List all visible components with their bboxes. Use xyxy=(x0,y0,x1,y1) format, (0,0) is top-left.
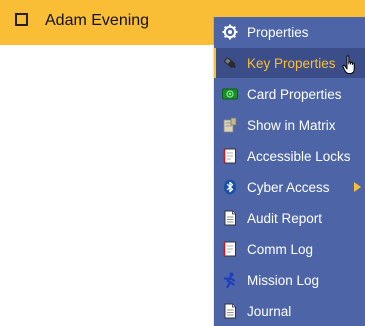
lock-doc-icon xyxy=(223,148,236,164)
menu-item-audit-report[interactable]: Audit Report xyxy=(214,203,365,233)
menu-item-label: Mission Log xyxy=(247,273,320,288)
menu-item-label: Card Properties xyxy=(247,87,342,102)
menu-item-accessible-locks[interactable]: Accessible Locks xyxy=(214,141,365,171)
menu-item-label: Comm Log xyxy=(247,242,314,257)
menu-item-comm-log[interactable]: Comm Log xyxy=(214,234,365,264)
menu-item-label: Key Properties xyxy=(247,56,336,71)
menu-item-cyber-access[interactable]: Cyber Access xyxy=(214,172,365,202)
menu-item-label: Properties xyxy=(247,25,309,40)
menu-item-mission-log[interactable]: Mission Log xyxy=(214,265,365,295)
bluetooth-icon xyxy=(224,179,236,195)
card-icon xyxy=(222,88,238,100)
matrix-icon xyxy=(223,117,237,133)
key-icon xyxy=(224,57,237,69)
report-icon xyxy=(224,210,236,226)
gear-icon xyxy=(222,24,238,40)
menu-item-label: Audit Report xyxy=(247,211,323,226)
menu-item-show-in-matrix[interactable]: Show in Matrix xyxy=(214,110,365,140)
menu-item-properties[interactable]: Properties xyxy=(214,17,365,47)
menu-item-label: Show in Matrix xyxy=(247,118,336,133)
comm-log-icon xyxy=(223,241,236,257)
row-checkbox[interactable] xyxy=(15,13,28,26)
hand-cursor-icon xyxy=(342,55,355,74)
menu-item-card-properties[interactable]: Card Properties xyxy=(214,79,365,109)
row-name: Adam Evening xyxy=(45,12,150,29)
menu-item-journal[interactable]: Journal xyxy=(214,296,365,326)
menu-item-label: Journal xyxy=(247,304,292,319)
mission-log-icon xyxy=(223,272,236,288)
menu-item-label: Accessible Locks xyxy=(247,149,351,164)
submenu-arrow-icon xyxy=(354,182,361,192)
journal-icon xyxy=(224,303,236,319)
menu-item-label: Cyber Access xyxy=(247,180,330,195)
